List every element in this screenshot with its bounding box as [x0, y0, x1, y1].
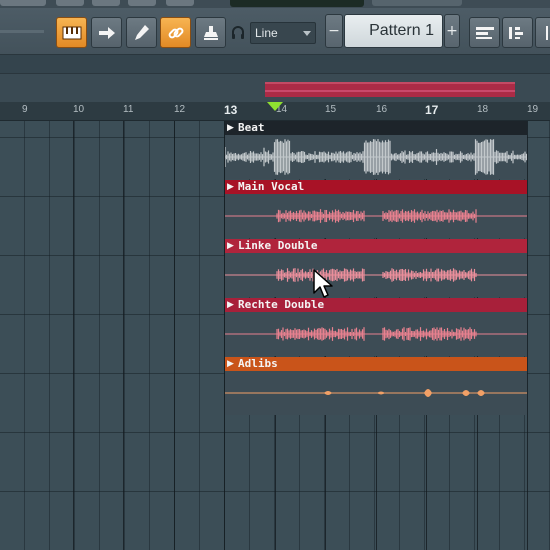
snap-select[interactable]: Line [250, 22, 316, 44]
timeline-icon [475, 25, 495, 41]
pattern-name: Pattern 1 [369, 22, 434, 39]
mouse-cursor-icon [313, 269, 333, 303]
chevron-down-icon [303, 31, 311, 36]
bar-number: 13 [224, 103, 238, 117]
audio-clip-beat[interactable]: ▶ Beat [225, 121, 527, 179]
pattern-add-button[interactable]: + [444, 14, 460, 48]
arrow-right-icon [98, 26, 116, 40]
playhead-marker[interactable] [267, 102, 283, 111]
audio-clip-rechte-double[interactable]: ▶ Rechte Double [225, 298, 527, 356]
link-icon [167, 24, 185, 42]
audio-clip-main-vocal[interactable]: ▶ Main Vocal [225, 180, 527, 238]
bar-divider [73, 121, 74, 550]
playlist-tool-button[interactable] [469, 17, 500, 48]
bar-number: 17 [425, 103, 439, 117]
audio-clip-adlibs[interactable]: ▶ Adlibs [225, 357, 527, 415]
plus-icon: + [446, 23, 458, 39]
toolbar-grip [0, 30, 44, 33]
clip-name: Beat [238, 121, 265, 134]
snap-select-value: Line [255, 26, 278, 40]
mixer-button[interactable] [535, 17, 550, 48]
link-tool-button[interactable] [160, 17, 191, 48]
minus-icon: − [328, 23, 340, 39]
clip-menu-icon[interactable]: ▶ [227, 180, 234, 194]
clip-menu-icon[interactable]: ▶ [227, 298, 234, 312]
clip-name: Adlibs [238, 357, 278, 370]
playlist-window: Line − Pattern 1 + 9 10 11 12 13 14 15 1… [0, 0, 550, 550]
pattern-prev-button[interactable]: − [325, 14, 343, 48]
draw-tool-button[interactable] [126, 17, 157, 48]
bar-number: 10 [73, 104, 85, 115]
clip-header[interactable]: ▶ Linke Double [225, 239, 527, 253]
bar-number: 18 [477, 104, 489, 115]
bar-number: 15 [325, 104, 337, 115]
stamp-tool-button[interactable] [195, 17, 226, 48]
stamp-icon [202, 24, 220, 42]
transport-button[interactable] [56, 0, 84, 6]
clip-waveform [225, 135, 527, 179]
headphone-icon [231, 25, 245, 41]
transport-button[interactable] [166, 0, 194, 6]
pattern-selector[interactable]: Pattern 1 [344, 14, 443, 48]
top-strip [0, 0, 550, 8]
clip-header[interactable]: ▶ Rechte Double [225, 298, 527, 312]
clip-waveform [225, 253, 527, 297]
piano-roll-button[interactable] [56, 17, 87, 48]
clip-name: Linke Double [238, 239, 318, 252]
clip-menu-icon[interactable]: ▶ [227, 357, 234, 371]
clip-menu-icon[interactable]: ▶ [227, 239, 234, 253]
arrow-tool-button[interactable] [91, 17, 122, 48]
transport-button[interactable] [92, 0, 120, 6]
bar-divider [174, 121, 175, 550]
toolbar-slot [372, 0, 462, 6]
bar-divider [527, 121, 528, 550]
clip-name: Main Vocal [238, 180, 305, 193]
step-sequencer-button[interactable] [502, 17, 533, 48]
clip-header[interactable]: ▶ Main Vocal [225, 180, 527, 194]
playlist-toolbar: Line − Pattern 1 + [0, 8, 550, 55]
clip-waveform [225, 312, 527, 356]
clip-menu-icon[interactable]: ▶ [227, 121, 234, 135]
song-overview-bar[interactable] [265, 82, 515, 97]
pencil-icon [134, 24, 150, 42]
bar-number: 19 [527, 104, 539, 115]
toolbar-divider [0, 56, 550, 74]
clip-waveform [225, 371, 527, 415]
menu-stub[interactable] [0, 0, 46, 6]
clip-name: Rechte Double [238, 298, 325, 311]
clip-header[interactable]: ▶ Adlibs [225, 357, 527, 371]
audio-clip-linke-double[interactable]: ▶ Linke Double [225, 239, 527, 297]
clip-waveform [225, 194, 527, 238]
piano-icon [62, 26, 82, 40]
mixer-icon [544, 25, 550, 41]
step-sequencer-icon [508, 25, 528, 41]
bar-number: 11 [123, 104, 134, 115]
bar-number: 9 [22, 104, 28, 115]
transport-button[interactable] [128, 0, 156, 6]
bar-number: 16 [376, 104, 388, 115]
time-display [230, 0, 364, 7]
clip-header[interactable]: ▶ Beat [225, 121, 527, 135]
bar-number: 12 [174, 104, 186, 115]
bar-divider [123, 121, 124, 550]
